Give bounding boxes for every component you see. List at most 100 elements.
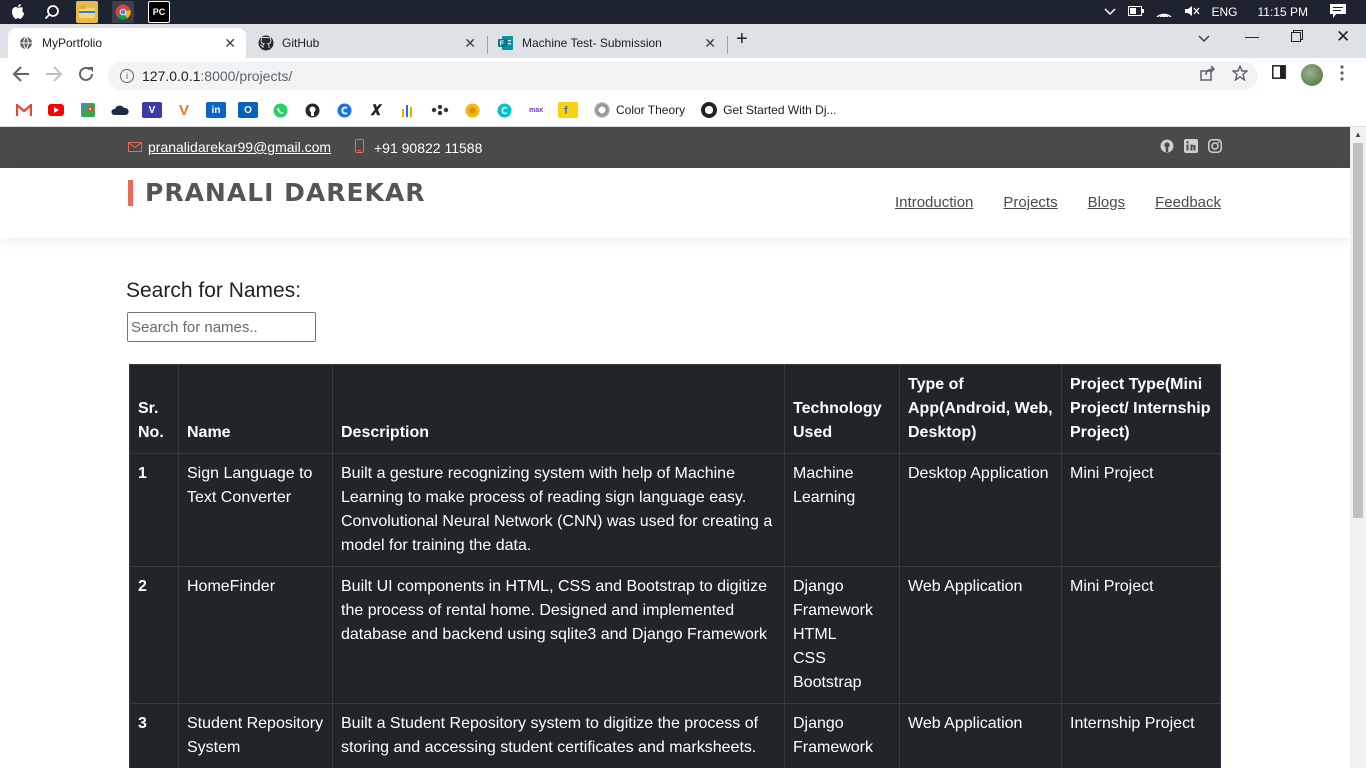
battery-icon[interactable] — [1127, 5, 1144, 19]
pycharm-icon[interactable]: PC — [148, 1, 170, 23]
apple-menu-icon[interactable] — [8, 2, 28, 22]
bookmarks-bar: V V in O 𝑿 max f Color Theory Get Starte… — [0, 94, 1366, 127]
bookmark-star-icon[interactable] — [1231, 64, 1249, 86]
nav-feedback[interactable]: Feedback — [1155, 194, 1221, 211]
nav-introduction[interactable]: Introduction — [895, 194, 973, 211]
volume-muted-icon[interactable] — [1184, 5, 1200, 20]
site-info-icon[interactable]: i — [120, 69, 134, 83]
chevron-up-icon[interactable] — [1103, 5, 1116, 19]
email-link[interactable]: pranalidarekar99@gmail.com — [148, 139, 331, 155]
address-bar[interactable]: i 127.0.0.1:8000/projects/ — [108, 62, 1258, 90]
site-logo[interactable]: PRANALI DAREKAR — [128, 178, 426, 207]
social-links — [1160, 139, 1222, 153]
page-scrollbar[interactable]: ▲ — [1350, 127, 1366, 768]
chrome-taskbar-icon[interactable] — [112, 1, 134, 23]
whatsapp-icon[interactable] — [270, 102, 290, 118]
header-name: Name — [178, 364, 333, 454]
tech-item: Django Framework — [793, 715, 874, 756]
browser-toolbar: i 127.0.0.1:8000/projects/ — [0, 58, 1366, 94]
v-orange-icon[interactable]: V — [174, 102, 194, 119]
minimize-icon[interactable]: — — [1245, 28, 1259, 44]
header-description: Description — [332, 364, 785, 454]
cell-project-type: Mini Project — [1061, 566, 1221, 704]
canva-icon[interactable] — [494, 102, 514, 118]
scrollbar-thumb[interactable] — [1353, 143, 1363, 518]
header-technology: Technology Used — [784, 364, 900, 454]
nav-blogs[interactable]: Blogs — [1088, 194, 1126, 211]
github-bookmark-icon[interactable] — [302, 102, 322, 118]
header-sr-no: Sr. No. — [129, 364, 179, 454]
table-row: 1 Sign Language to Text Converter Built … — [129, 453, 1221, 567]
restore-icon[interactable] — [1291, 29, 1303, 45]
gmail-icon[interactable] — [14, 102, 34, 118]
profile-avatar[interactable] — [1301, 64, 1323, 86]
reload-icon[interactable] — [78, 66, 94, 87]
max-bookmark-icon[interactable]: max — [526, 102, 546, 118]
site-header: PRANALI DAREKAR Introduction Projects Bl… — [0, 168, 1350, 238]
outlook-icon[interactable]: O — [238, 102, 258, 118]
scroll-up-arrow-icon[interactable]: ▲ — [1354, 130, 1362, 139]
network-bookmark-icon[interactable] — [430, 102, 450, 118]
language-indicator[interactable]: ENG — [1212, 5, 1238, 19]
cell-description: Built UI components in HTML, CSS and Boo… — [332, 566, 785, 704]
github-social-icon[interactable] — [1160, 139, 1174, 153]
svg-text:f: f — [564, 105, 568, 116]
tech-item: HTML — [793, 626, 837, 643]
tech-item: CSS — [793, 650, 826, 667]
google-maps-icon[interactable] — [78, 102, 98, 118]
search-icon[interactable] — [42, 2, 62, 22]
header-app-type: Type of App(Android, Web, Desktop) — [899, 364, 1062, 454]
cell-description: Built a Student Repository system to dig… — [332, 703, 785, 768]
close-window-icon[interactable]: ✕ — [1336, 27, 1350, 47]
clock[interactable]: 11:15 PM — [1258, 5, 1308, 19]
instagram-social-icon[interactable] — [1208, 139, 1222, 153]
share-icon[interactable] — [1200, 65, 1216, 86]
tab-github[interactable]: GitHub ✕ — [248, 28, 486, 58]
cell-sr-no: 3 — [129, 703, 179, 768]
c-bookmark-icon[interactable] — [334, 102, 354, 118]
coin-bookmark-icon[interactable] — [462, 102, 482, 118]
v-bookmark-icon[interactable]: V — [142, 102, 162, 118]
close-tab-icon[interactable]: ✕ — [704, 35, 716, 52]
browser-tab-strip: MyPortfolio ✕ GitHub ✕ F Machine Test- S… — [0, 24, 1366, 58]
tab-machine-test[interactable]: F Machine Test- Submission ✕ — [488, 28, 726, 58]
nav-projects[interactable]: Projects — [1003, 194, 1057, 211]
cell-technology: Django Framework HTML CSS Bootstrap — [784, 566, 900, 704]
new-tab-icon[interactable]: + — [736, 28, 748, 51]
bookmark-get-started-django[interactable]: Get Started With Dj... — [701, 102, 837, 118]
cell-description: Built a gesture recognizing system with … — [332, 453, 785, 567]
chart-bookmark-icon[interactable] — [398, 102, 418, 118]
close-tab-icon[interactable]: ✕ — [224, 35, 236, 52]
linkedin-social-icon[interactable] — [1184, 139, 1198, 153]
back-icon[interactable] — [12, 66, 30, 87]
wifi-icon[interactable] — [1156, 5, 1172, 20]
url-host: 127.0.0.1 — [142, 68, 201, 84]
more-menu-icon[interactable] — [1340, 65, 1344, 86]
cell-name: Sign Language to Text Converter — [178, 453, 333, 567]
onedrive-icon[interactable] — [110, 102, 130, 118]
cell-technology: Machine Learning — [784, 453, 900, 567]
notification-icon[interactable] — [1330, 3, 1346, 21]
forward-icon[interactable] — [45, 66, 63, 87]
tech-item: Bootstrap — [793, 674, 862, 691]
linkedin-icon[interactable]: in — [206, 102, 226, 118]
cell-name: HomeFinder — [178, 566, 333, 704]
main-nav: Introduction Projects Blogs Feedback — [895, 194, 1221, 211]
cell-app-type: Web Application — [899, 703, 1062, 768]
tab-search-chevron-icon[interactable] — [1198, 30, 1210, 46]
close-tab-icon[interactable]: ✕ — [464, 35, 476, 52]
bookmark-color-theory[interactable]: Color Theory — [594, 102, 685, 118]
flipkart-icon[interactable]: f — [558, 102, 578, 118]
youtube-icon[interactable] — [46, 102, 66, 118]
file-explorer-icon[interactable] — [76, 1, 98, 23]
table-row: 2 HomeFinder Built UI components in HTML… — [129, 566, 1221, 704]
cell-sr-no: 2 — [129, 566, 179, 704]
bookmark-label: Get Started With Dj... — [723, 103, 837, 117]
search-input[interactable] — [127, 312, 316, 342]
x-bookmark-icon[interactable]: 𝑿 — [366, 102, 386, 118]
table-header-row: Sr. No. Name Description Technology Used… — [129, 364, 1221, 454]
tab-myportfolio[interactable]: MyPortfolio ✕ — [8, 28, 246, 58]
phone-contact: +91 90822 11588 — [355, 139, 482, 156]
side-panel-icon[interactable] — [1272, 65, 1286, 84]
tab-title: GitHub — [282, 36, 320, 50]
